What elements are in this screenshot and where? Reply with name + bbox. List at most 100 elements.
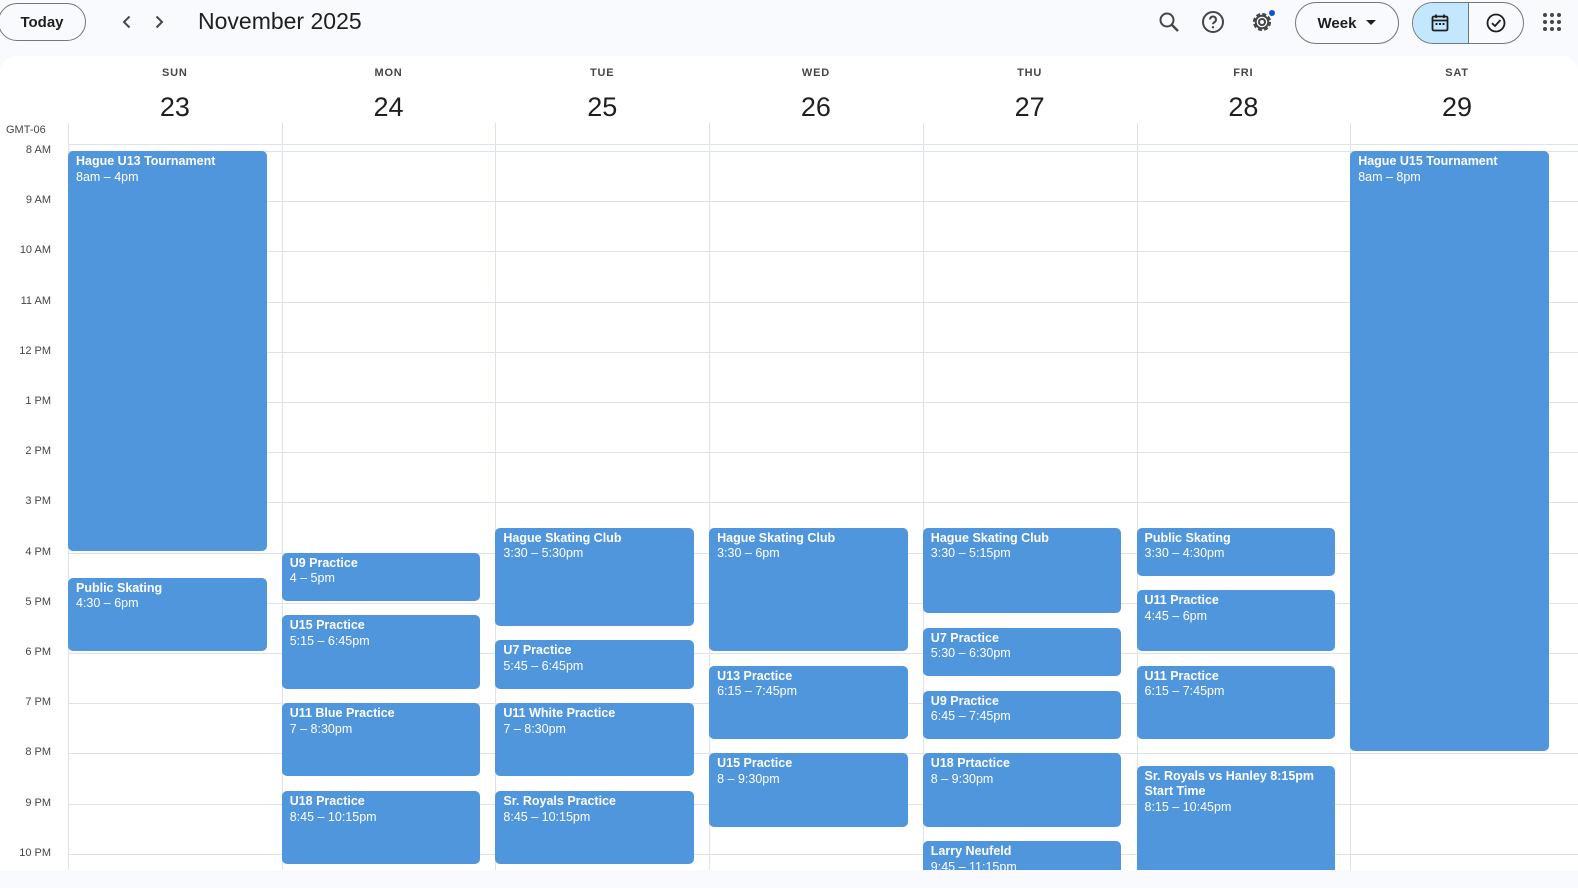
today-button[interactable]: Today xyxy=(0,3,86,41)
day-of-week-label: TUE xyxy=(590,67,615,79)
calendar-event[interactable]: Sr. Royals vs Hanley 8:15pm Start Time 8:… xyxy=(1136,765,1336,870)
event-title: U7 Practice xyxy=(503,643,572,658)
day-of-week-label: SUN xyxy=(162,67,188,79)
calendar-event[interactable]: U9 Practice 4 – 5pm xyxy=(281,552,481,601)
event-title: U18 Prtactice xyxy=(930,756,1011,771)
calendar-event[interactable]: U13 Practice 6:15 – 7:45pm xyxy=(709,665,908,739)
calendar-event[interactable]: U7 Practice 5:30 – 6:30pm xyxy=(922,627,1122,677)
event-time: 6:15 – 7:45pm xyxy=(717,684,798,699)
event-time: 8 – 9:30pm xyxy=(717,771,780,786)
timezone-label: GMT-06 xyxy=(6,124,46,136)
calendar-event[interactable]: Sr. Royals Practice 8:45 – 10:15pm xyxy=(495,791,695,865)
hour-label: 10 PM xyxy=(19,846,51,859)
hour-label: 9 AM xyxy=(25,194,51,207)
day-number[interactable]: 26 xyxy=(709,92,923,123)
calendar-event[interactable]: U9 Practice 6:45 – 7:45pm xyxy=(922,690,1122,739)
event-title: U15 Practice xyxy=(717,756,793,771)
calendar-event[interactable]: Public Skating 4:30 – 6pm xyxy=(68,577,267,651)
calendar-event[interactable]: Hague Skating Club 3:30 – 6pm xyxy=(709,527,908,651)
header-divider xyxy=(68,144,1578,145)
hour-label: 3 PM xyxy=(25,495,51,508)
day-number[interactable]: 23 xyxy=(68,92,282,123)
calendar-event[interactable]: Hague Skating Club 3:30 – 5:15pm xyxy=(922,527,1122,614)
event-time: 8 – 9:30pm xyxy=(930,771,994,786)
view-selector-button[interactable]: Week xyxy=(1295,2,1399,44)
event-time: 6:45 – 7:45pm xyxy=(930,709,1011,724)
event-title: U9 Practice xyxy=(289,555,358,570)
event-title: Hague U13 Tournament xyxy=(76,154,216,168)
day-number[interactable]: 29 xyxy=(1350,92,1564,123)
event-title: Hague Skating Club xyxy=(930,530,1049,545)
calendar-event[interactable]: U15 Practice 8 – 9:30pm xyxy=(709,753,908,827)
hour-label: 7 PM xyxy=(25,696,51,709)
event-time: 3:30 – 6pm xyxy=(717,546,780,560)
day-of-week-label: SAT xyxy=(1445,67,1469,79)
event-time: 6:15 – 7:45pm xyxy=(1144,684,1225,699)
event-time: 5:30 – 6:30pm xyxy=(930,646,1011,661)
calendar-event[interactable]: U11 White Practice 7 – 8:30pm xyxy=(495,703,695,777)
event-title: Hague Skating Club xyxy=(503,530,622,545)
tasks-icon xyxy=(1486,13,1506,33)
day-number[interactable]: 28 xyxy=(1137,92,1351,123)
event-time: 8am – 4pm xyxy=(76,169,139,184)
top-toolbar: Today November 2025 Week xyxy=(0,0,1578,56)
day-of-week-label: WED xyxy=(801,67,830,79)
month-title: November 2025 xyxy=(198,8,362,34)
day-of-week-label: MON xyxy=(374,67,403,79)
calendar-event[interactable]: Hague Skating Club 3:30 – 5:30pm xyxy=(495,527,695,626)
calendar-event[interactable]: U11 Blue Practice 7 – 8:30pm xyxy=(281,703,481,777)
event-title: Sr. Royals vs Hanley 8:15pm Start Time xyxy=(1144,768,1315,799)
hour-label: 11 AM xyxy=(20,294,51,307)
calendar-event[interactable]: Larry Neufeld 9:45 – 11:15pm xyxy=(922,841,1122,870)
hour-label: 6 PM xyxy=(25,646,51,658)
calendar-event[interactable]: U18 Practice 8:45 – 10:15pm xyxy=(281,791,481,865)
apps-grid-icon xyxy=(1543,13,1561,31)
calendar-event[interactable]: U11 Practice 4:45 – 6pm xyxy=(1136,590,1336,651)
tasks-view-button[interactable] xyxy=(1469,3,1524,43)
hour-label: 10 AM xyxy=(19,244,51,257)
day-of-week-label: FRI xyxy=(1233,67,1254,79)
event-time: 4:30 – 6pm xyxy=(76,596,139,611)
hour-label: 9 PM xyxy=(25,796,51,809)
event-title: U11 Practice xyxy=(1144,593,1219,608)
google-apps-button[interactable] xyxy=(1536,6,1568,38)
search-button[interactable] xyxy=(1153,6,1185,38)
view-label: Week xyxy=(1317,14,1357,32)
event-time: 4 – 5pm xyxy=(289,571,335,586)
event-time: 9:45 – 11:15pm xyxy=(930,859,1017,870)
event-title: U13 Practice xyxy=(717,668,793,683)
event-time: 5:45 – 6:45pm xyxy=(503,658,584,673)
event-time: 3:30 – 4:30pm xyxy=(1144,546,1225,560)
calendar-event[interactable]: U7 Practice 5:45 – 6:45pm xyxy=(495,640,695,689)
event-title: Public Skating xyxy=(1144,530,1231,545)
chevron-right-icon xyxy=(155,15,164,29)
event-time: 3:30 – 5:30pm xyxy=(503,546,584,560)
day-number[interactable]: 27 xyxy=(923,92,1137,123)
previous-week-button[interactable] xyxy=(113,8,141,36)
hour-label: 12 PM xyxy=(19,344,51,357)
hour-label: 8 PM xyxy=(25,746,51,759)
calendar-event[interactable]: U18 Prtactice 8 – 9:30pm xyxy=(922,753,1122,827)
calendar-event[interactable]: Public Skating 3:30 – 4:30pm xyxy=(1136,527,1336,576)
help-icon xyxy=(1202,11,1224,33)
hour-label: 1 PM xyxy=(25,395,51,407)
calendar-event[interactable]: U11 Practice 6:15 – 7:45pm xyxy=(1136,665,1336,739)
settings-button[interactable] xyxy=(1246,6,1278,38)
event-time: 8am – 8pm xyxy=(1358,169,1421,184)
next-week-button[interactable] xyxy=(145,8,173,36)
calendar-event[interactable]: U15 Practice 5:15 – 6:45pm xyxy=(281,615,481,689)
day-number[interactable]: 25 xyxy=(495,92,709,123)
calendar-event[interactable]: Hague U15 Tournament 8am – 8pm xyxy=(1350,151,1549,752)
hour-label: 4 PM xyxy=(25,545,51,558)
calendar-event[interactable]: Hague U13 Tournament 8am – 4pm xyxy=(68,151,267,551)
event-title: Public Skating xyxy=(76,580,163,595)
day-number[interactable]: 24 xyxy=(282,92,496,123)
event-time: 8:45 – 10:15pm xyxy=(503,809,591,824)
calendar-view-button[interactable] xyxy=(1413,3,1469,43)
event-title: U18 Practice xyxy=(289,794,365,809)
chevron-left-icon xyxy=(122,15,131,29)
help-button[interactable] xyxy=(1197,6,1229,38)
event-title: U11 White Practice xyxy=(503,706,616,721)
event-time: 4:45 – 6pm xyxy=(1144,608,1208,623)
event-time: 7 – 8:30pm xyxy=(289,721,353,736)
